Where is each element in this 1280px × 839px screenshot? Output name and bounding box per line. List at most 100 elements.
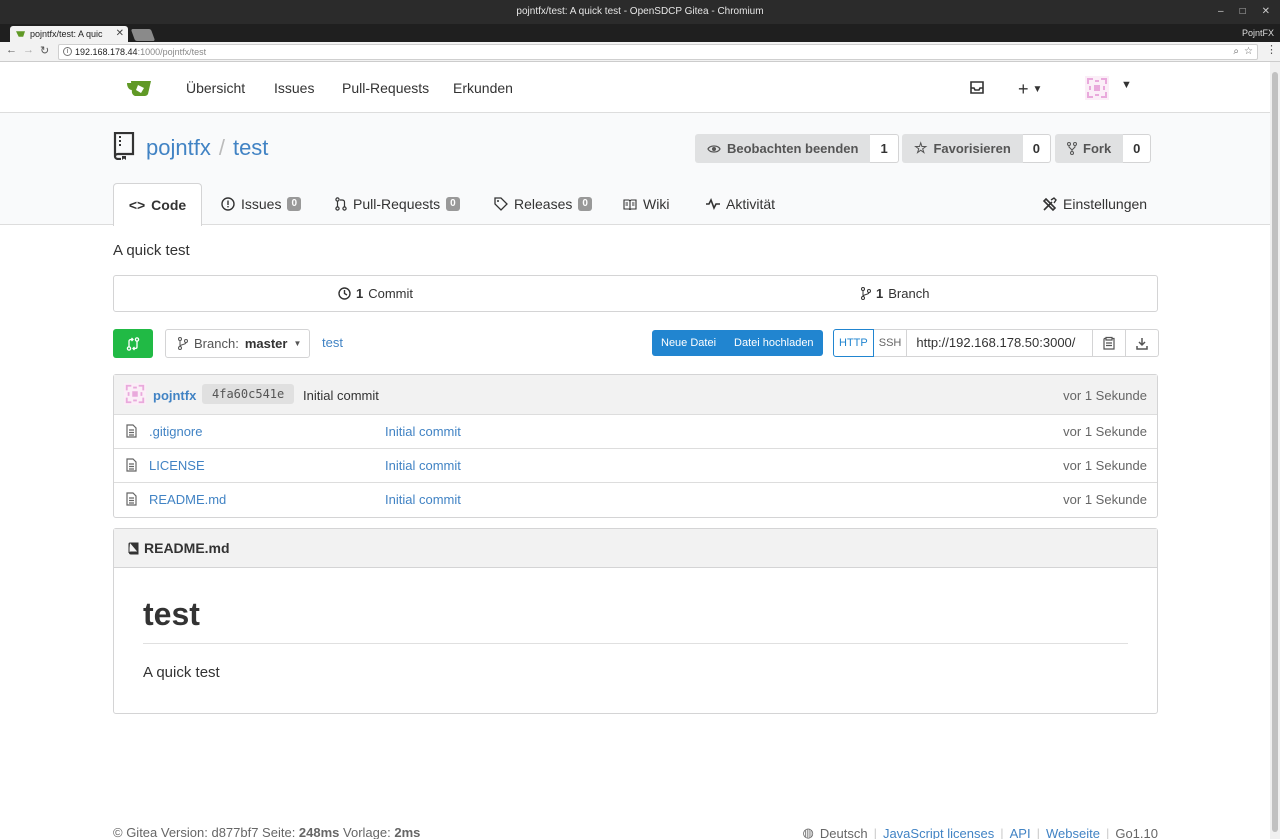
- git-pull-request-icon: [335, 197, 347, 211]
- releases-count-badge: 0: [578, 197, 592, 211]
- code-icon: <>: [128, 197, 146, 213]
- close-window-icon[interactable]: ✕: [1262, 0, 1270, 24]
- commit-sha-label[interactable]: 4fa60c541e: [202, 384, 295, 404]
- tab-code[interactable]: <> Code: [113, 183, 202, 226]
- nav-explore[interactable]: Erkunden: [453, 80, 513, 96]
- tab-code-label: Code: [151, 197, 187, 213]
- readme-heading: test: [143, 596, 1128, 644]
- bookmark-star-icon[interactable]: ☆: [1244, 45, 1253, 59]
- gitea-logo-icon[interactable]: [126, 79, 152, 97]
- tab-pull-requests-label: Pull-Requests: [353, 196, 441, 212]
- create-menu[interactable]: + ▼: [1018, 79, 1042, 100]
- file-commit-link[interactable]: Initial commit: [385, 458, 461, 473]
- browser-profile[interactable]: PojntFX: [1242, 24, 1274, 42]
- file-name-link[interactable]: README.md: [149, 492, 226, 507]
- fork-button[interactable]: Fork: [1055, 134, 1124, 163]
- tab-activity[interactable]: Aktivität: [706, 183, 775, 225]
- tab-settings[interactable]: Einstellungen: [1042, 183, 1147, 225]
- website-link[interactable]: Webseite: [1046, 826, 1100, 839]
- scrollbar-thumb[interactable]: [1272, 72, 1278, 832]
- branch-name: master: [244, 336, 288, 351]
- forward-icon[interactable]: →: [23, 44, 34, 56]
- tab-wiki[interactable]: Wiki: [623, 183, 669, 225]
- tab-pull-requests[interactable]: Pull-Requests 0: [335, 183, 460, 225]
- star-icon: ☆: [914, 140, 928, 157]
- table-row: LICENSE Initial commit vor 1 Sekunde: [114, 449, 1157, 483]
- js-licenses-link[interactable]: JavaScript licenses: [883, 826, 994, 839]
- browser-tabbar: pojntfx/test: A quic ✕ PojntFX: [0, 24, 1280, 42]
- divider: |: [1105, 825, 1110, 839]
- api-link[interactable]: API: [1010, 826, 1031, 839]
- file-commit-link[interactable]: Initial commit: [385, 492, 461, 507]
- file-text-icon: [126, 458, 137, 472]
- commits-stat[interactable]: 1 Commit: [338, 286, 413, 301]
- top-navigation: Übersicht Issues Pull-Requests Erkunden …: [0, 62, 1270, 113]
- fork-count[interactable]: 0: [1123, 134, 1152, 163]
- branches-stat[interactable]: 1 Branch: [861, 286, 929, 301]
- copy-url-button[interactable]: [1093, 329, 1127, 357]
- file-name-link[interactable]: .gitignore: [149, 424, 202, 439]
- info-icon[interactable]: i: [63, 47, 72, 56]
- nav-issues[interactable]: Issues: [274, 80, 314, 96]
- upload-file-button[interactable]: Datei hochladen: [725, 330, 823, 356]
- repo-title: pojntfx / test: [146, 135, 268, 161]
- file-text-icon: [126, 492, 137, 506]
- user-avatar[interactable]: [1085, 76, 1109, 100]
- pulls-count-badge: 0: [446, 197, 460, 211]
- inbox-icon[interactable]: [970, 81, 984, 94]
- clone-url-input[interactable]: http://192.168.178.50:3000/: [907, 329, 1094, 357]
- latest-commit-row: pojntfx 4fa60c541e Initial commit vor 1 …: [114, 375, 1157, 415]
- tab-releases-label: Releases: [514, 196, 573, 212]
- file-commit-link[interactable]: Initial commit: [385, 424, 461, 439]
- repo-owner-link[interactable]: pojntfx: [146, 135, 211, 160]
- new-file-button[interactable]: Neue Datei: [652, 330, 725, 356]
- nav-overview[interactable]: Übersicht: [186, 80, 245, 96]
- tab-activity-label: Aktivität: [726, 196, 776, 212]
- git-branch-icon: [861, 287, 871, 300]
- file-commit-time: vor 1 Sekunde: [1063, 492, 1147, 507]
- new-tab-button[interactable]: [130, 29, 156, 41]
- commit-author-avatar[interactable]: [124, 383, 146, 405]
- watch-count[interactable]: 1: [870, 134, 899, 163]
- book-icon: [128, 542, 139, 554]
- http-clone-button[interactable]: HTTP: [833, 329, 874, 357]
- watch-button[interactable]: Beobachten beenden: [695, 134, 871, 163]
- divider: |: [1036, 825, 1040, 839]
- minimize-icon[interactable]: –: [1218, 0, 1224, 24]
- book-icon: [113, 132, 135, 160]
- tab-issues[interactable]: Issues 0: [221, 183, 302, 225]
- browser-tab[interactable]: pojntfx/test: A quic ✕: [10, 26, 128, 42]
- window-titlebar: pojntfx/test: A quick test - OpenSDCP Gi…: [0, 0, 1280, 24]
- footer-links: ◍ Deutsch | JavaScript licenses | API | …: [803, 825, 1158, 839]
- repo-name-link[interactable]: test: [233, 135, 268, 160]
- path-breadcrumb[interactable]: test: [322, 335, 343, 350]
- branches-count: 1: [876, 286, 884, 301]
- compare-button[interactable]: [113, 329, 153, 358]
- language-selector[interactable]: Deutsch: [820, 826, 868, 839]
- branch-dropdown[interactable]: Branch: master ▼: [165, 329, 310, 358]
- fork-icon: [1067, 142, 1077, 155]
- browser-menu-icon[interactable]: ⋮: [1266, 43, 1277, 56]
- tab-wiki-label: Wiki: [643, 196, 670, 212]
- back-icon[interactable]: ←: [6, 44, 17, 56]
- pulse-icon: [706, 198, 720, 210]
- file-name-link[interactable]: LICENSE: [149, 458, 205, 473]
- star-label: Favorisieren: [933, 141, 1011, 156]
- repo-stats-bar: 1 Commit 1 Branch: [113, 275, 1158, 312]
- dropdown-caret-icon: ▼: [293, 339, 302, 348]
- star-button[interactable]: ☆ Favorisieren: [902, 134, 1023, 163]
- zoom-icon[interactable]: ⌕: [1233, 45, 1239, 59]
- tab-close-icon[interactable]: ✕: [116, 26, 124, 42]
- url-path: :1000/pojntfx/test: [137, 47, 207, 57]
- user-menu-caret-icon[interactable]: ▼: [1121, 79, 1132, 91]
- star-count[interactable]: 0: [1022, 134, 1052, 163]
- tab-releases[interactable]: Releases 0: [494, 183, 592, 225]
- maximize-icon[interactable]: □: [1240, 0, 1246, 24]
- commit-author-link[interactable]: pojntfx: [153, 388, 196, 403]
- nav-pull-requests[interactable]: Pull-Requests: [342, 80, 429, 96]
- download-archive-button[interactable]: [1126, 329, 1160, 357]
- page-scrollbar[interactable]: [1270, 62, 1280, 839]
- ssh-clone-button[interactable]: SSH: [873, 329, 908, 357]
- reload-icon[interactable]: ↻: [40, 44, 49, 57]
- address-bar[interactable]: i 192.168.178.44:1000/pojntfx/test ⌕ ☆: [58, 44, 1258, 60]
